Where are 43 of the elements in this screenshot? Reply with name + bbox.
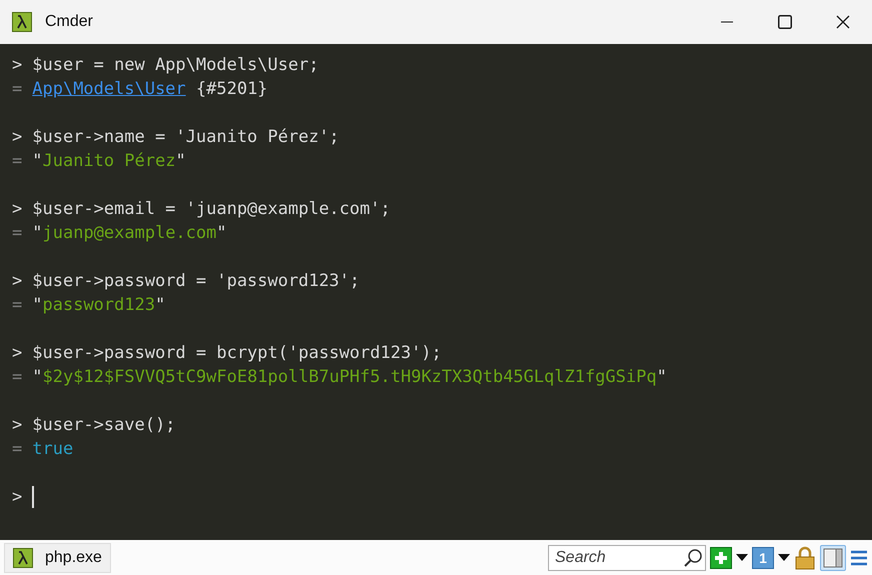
caret-icon[interactable] xyxy=(736,554,748,562)
result-text: true xyxy=(32,438,74,461)
prompt-symbol: > xyxy=(12,414,22,437)
command-text: $user = new App\Models\User; xyxy=(32,54,319,77)
menu-icon[interactable] xyxy=(850,548,868,566)
window-title: Cmder xyxy=(45,12,94,32)
prompt-symbol: > xyxy=(12,54,22,77)
result-symbol: = xyxy=(12,438,22,461)
prompt-symbol: > xyxy=(12,486,22,509)
result-text: "$2y$12$FSVVQ5tC9wFoE81pollB7uPHf5.tH9KzTX3Qtb45GLqlZ1fgGSiPq" xyxy=(32,366,667,389)
split-view-button[interactable] xyxy=(820,544,846,570)
new-console-button[interactable] xyxy=(710,546,732,568)
lock-icon[interactable] xyxy=(794,546,816,570)
prompt-symbol: > xyxy=(12,198,22,221)
result-text: "Juanito Pérez" xyxy=(32,150,186,173)
command-text: $user->name = 'Juanito Pérez'; xyxy=(32,126,340,149)
prompt-symbol: > xyxy=(12,342,22,365)
minimize-icon xyxy=(721,21,733,23)
caret-icon[interactable] xyxy=(778,554,790,562)
result-symbol: = xyxy=(12,366,22,389)
result-symbol: = xyxy=(12,150,22,173)
search-icon xyxy=(683,548,703,568)
app-icon xyxy=(13,548,33,568)
result-text: "juanp@example.com" xyxy=(32,222,227,245)
command-text: $user->password = bcrypt('password123'); xyxy=(32,342,442,365)
text-cursor xyxy=(32,486,34,508)
result-symbol: = xyxy=(12,294,22,317)
result-text: "password123" xyxy=(32,294,166,317)
command-text: $user->password = 'password123'; xyxy=(32,270,360,293)
command-text: $user->save(); xyxy=(32,414,176,437)
result-text: App\Models\User {#5201} xyxy=(32,78,268,101)
prompt-symbol: > xyxy=(12,270,22,293)
console-tab[interactable]: php.exe xyxy=(4,542,111,572)
result-symbol: = xyxy=(12,222,22,245)
app-icon xyxy=(12,12,32,32)
close-icon xyxy=(836,15,850,29)
panel-icon xyxy=(823,548,843,568)
result-symbol: = xyxy=(12,78,22,101)
prompt-symbol: > xyxy=(12,126,22,149)
search-field[interactable]: Search xyxy=(548,544,706,570)
plus-icon xyxy=(714,550,728,564)
command-text: $user->email = 'juanp@example.com'; xyxy=(32,198,390,221)
maximize-icon xyxy=(778,15,792,29)
